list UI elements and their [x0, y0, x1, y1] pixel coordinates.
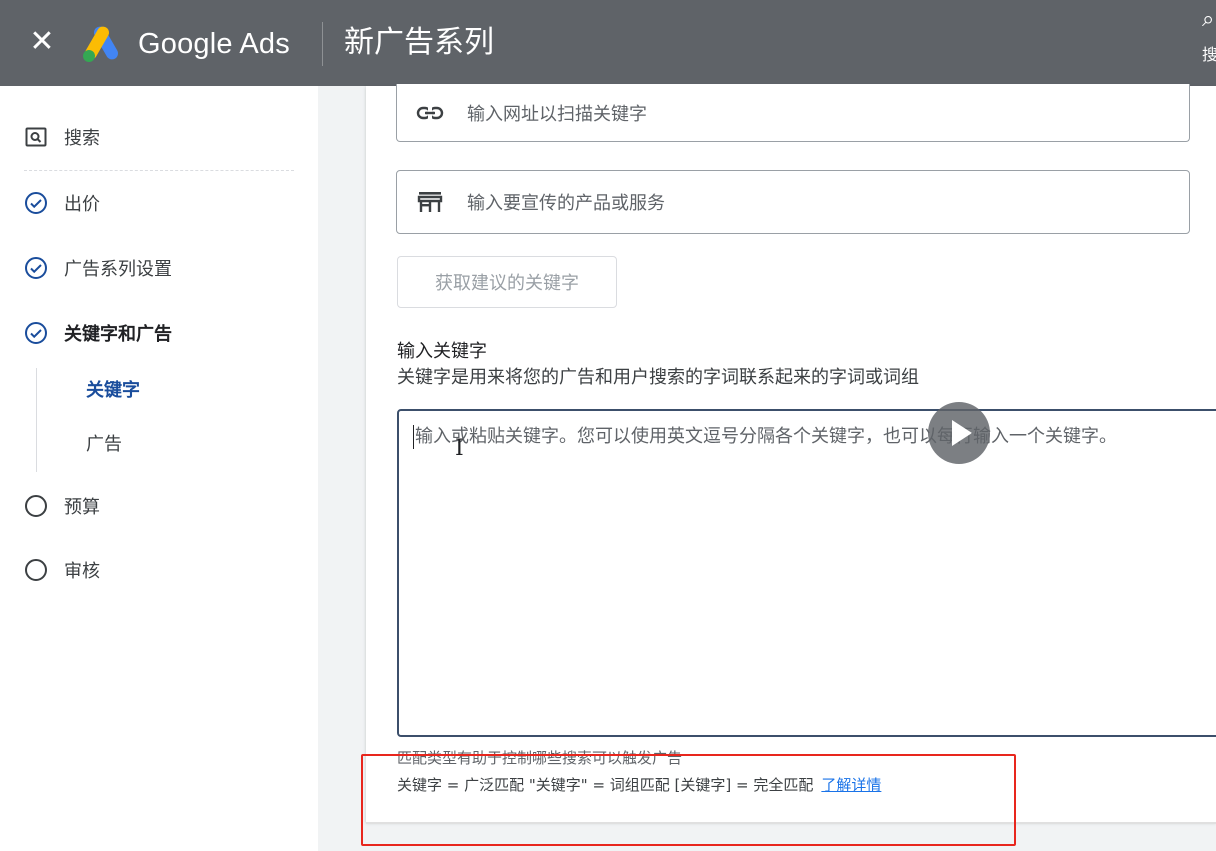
keywords-section-title: 输入关键字	[397, 341, 487, 362]
top-right-label[interactable]: 搜	[1202, 44, 1216, 66]
play-icon[interactable]	[928, 402, 990, 464]
sidebar-item-label: 出价	[64, 194, 100, 215]
google-ads-logo	[83, 26, 118, 62]
check-circle-icon	[24, 191, 48, 215]
brand-name: Google Ads	[138, 28, 290, 60]
match-type-legend: 关键字 = 广泛匹配 "关键字" = 词组匹配 [关键字] = 完全匹配 了解详情	[397, 774, 881, 796]
sidebar-item-label: 预算	[64, 497, 100, 518]
sidebar-item-campaign-settings[interactable]: 广告系列设置	[24, 253, 172, 283]
close-icon[interactable]: ✕	[24, 24, 60, 60]
card-bottom-edge	[366, 822, 1216, 824]
sidebar: 搜索 出价 广告系列设置 关键字和广告 关键字 广告 预算 审核	[0, 86, 318, 851]
top-app-bar: ✕ Google Ads 新广告系列 ⌕ 搜	[0, 0, 1216, 86]
keywords-placeholder: 输入或粘贴关键字。您可以使用英文逗号分隔各个关键字，也可以每行输入一个关键字。	[415, 426, 1117, 447]
url-input-placeholder: 输入网址以扫描关键字	[467, 103, 647, 125]
keywords-section-description: 关键字是用来将您的广告和用户搜索的字词联系起来的字词或词组	[397, 367, 919, 388]
sidebar-divider	[24, 170, 294, 171]
search-box-icon	[24, 125, 48, 149]
sidebar-item-keywords-and-ads[interactable]: 关键字和广告	[24, 318, 172, 348]
main-gutter	[318, 86, 368, 851]
sidebar-item-budget[interactable]: 预算	[24, 491, 100, 521]
empty-circle-icon	[24, 494, 48, 518]
topbar-divider	[322, 22, 323, 66]
product-input[interactable]: 输入要宣传的产品或服务	[396, 170, 1190, 234]
empty-circle-icon	[24, 558, 48, 582]
sidebar-item-bidding[interactable]: 出价	[24, 188, 100, 218]
sidebar-item-search[interactable]: 搜索	[24, 122, 100, 152]
sidebar-subitem-keywords[interactable]: 关键字	[86, 378, 140, 404]
learn-more-link[interactable]: 了解详情	[821, 776, 881, 794]
search-icon[interactable]: ⌕	[1202, 10, 1216, 30]
sidebar-subitem-ads[interactable]: 广告	[86, 432, 122, 458]
keywords-textarea[interactable]: 输入或粘贴关键字。您可以使用英文逗号分隔各个关键字，也可以每行输入一个关键字。	[397, 409, 1216, 737]
text-caret	[413, 425, 414, 449]
check-circle-icon	[24, 321, 48, 345]
url-input[interactable]: 输入网址以扫描关键字	[396, 84, 1190, 142]
page-title: 新广告系列	[344, 25, 494, 60]
store-icon	[415, 190, 445, 214]
sidebar-item-label: 广告系列设置	[64, 259, 172, 280]
subnav-line	[36, 368, 37, 472]
get-suggested-keywords-button[interactable]: 获取建议的关键字	[397, 256, 617, 308]
ibeam-cursor-icon: I	[455, 436, 464, 461]
product-input-placeholder: 输入要宣传的产品或服务	[467, 193, 665, 214]
match-type-legend-text: 关键字 = 广泛匹配 "关键字" = 词组匹配 [关键字] = 完全匹配	[397, 776, 814, 794]
sidebar-item-label: 搜索	[64, 128, 100, 149]
sidebar-item-label: 关键字和广告	[64, 324, 172, 345]
sidebar-item-review[interactable]: 审核	[24, 555, 100, 585]
match-type-note: 匹配类型有助于控制哪些搜索可以触发广告	[397, 749, 683, 767]
check-circle-icon	[24, 256, 48, 280]
sidebar-item-label: 审核	[64, 561, 100, 582]
link-icon	[415, 101, 445, 125]
